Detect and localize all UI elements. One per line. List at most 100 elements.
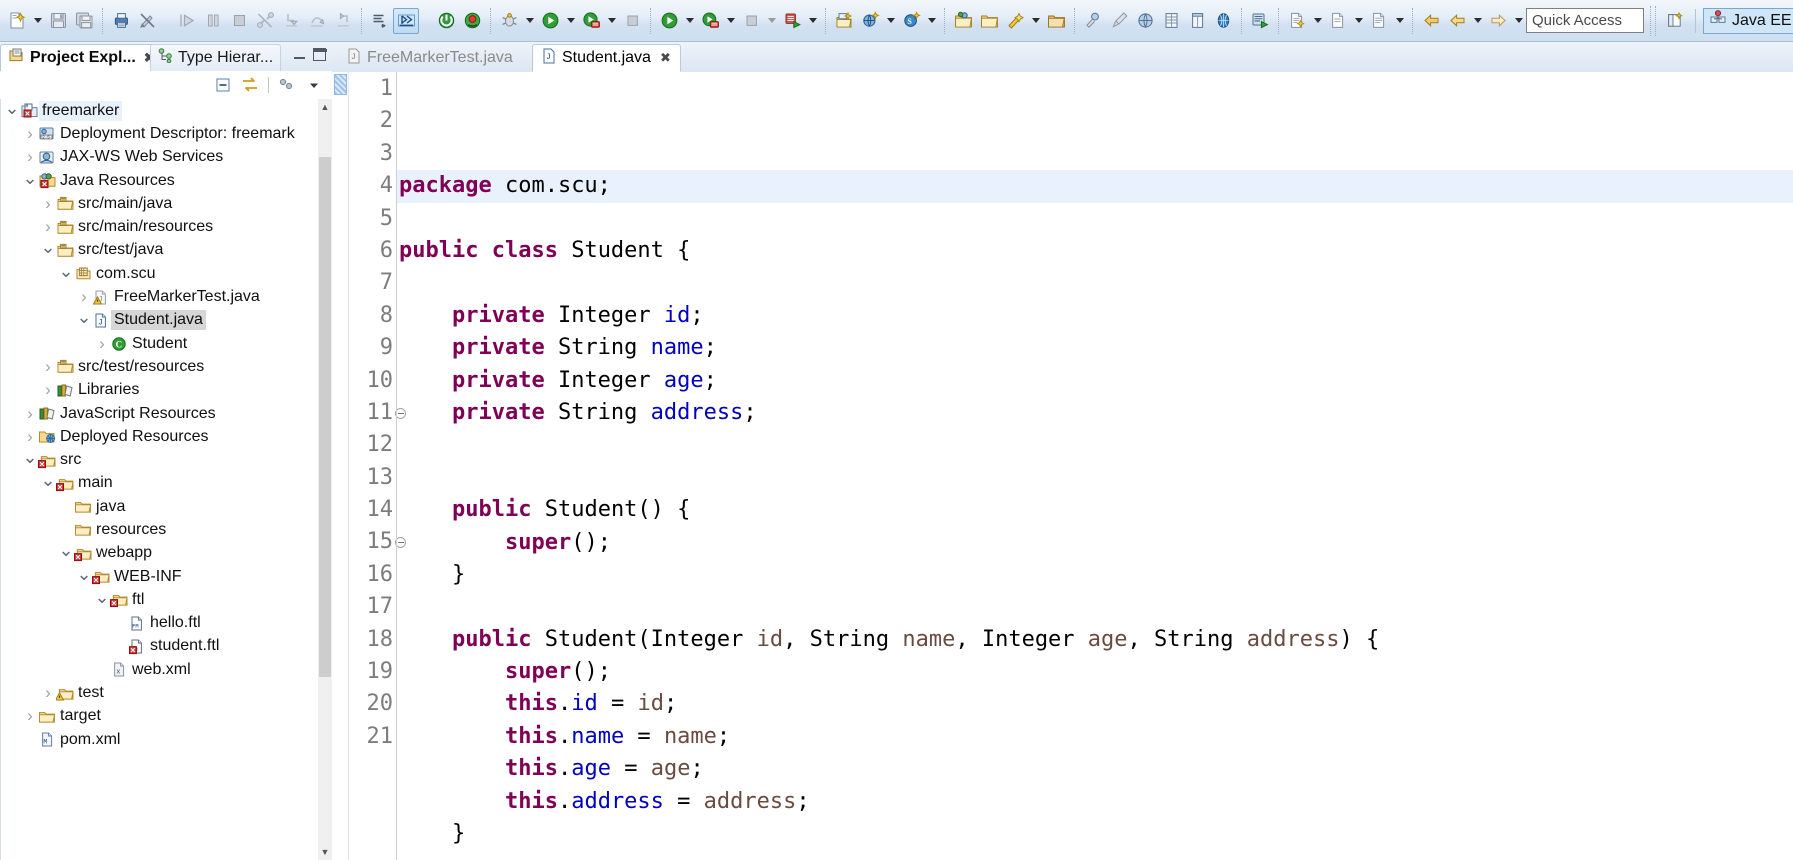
tree-item[interactable]: resources	[1, 518, 319, 541]
new-web-project-icon[interactable]	[857, 8, 883, 34]
project-tree-scrollbar[interactable]: ▲ ▼	[318, 99, 332, 860]
tree-item[interactable]: ⌄ Java Resources	[1, 169, 319, 192]
step-over-icon[interactable]	[304, 8, 330, 34]
profile-icon[interactable]	[697, 8, 723, 34]
project-tree-container[interactable]: ⌄ Mfreemarker › 2.5 Deployment Descriptor: f…	[0, 99, 332, 860]
chevron-right-icon[interactable]: ›	[23, 147, 37, 167]
editor-marker-bar[interactable]	[332, 72, 349, 860]
code-line[interactable]: }	[396, 818, 1793, 850]
table-icon[interactable]	[1158, 8, 1184, 34]
tree-item[interactable]: › src/main/resources	[1, 215, 319, 238]
tree-item[interactable]: ⌄ main	[1, 471, 319, 495]
chevron-down-icon[interactable]: ⌄	[76, 565, 91, 584]
code-line[interactable]	[396, 591, 1793, 623]
tree-item[interactable]: FM hello.ftl	[1, 612, 319, 635]
view-dropdown-icon[interactable]	[302, 74, 326, 96]
new-wizard-icon[interactable]	[4, 8, 30, 34]
run-coverage-icon-dropdown-arrow[interactable]	[604, 8, 619, 34]
chevron-right-icon[interactable]: ›	[77, 287, 91, 307]
code-line[interactable]	[396, 203, 1793, 235]
editor-tab-student[interactable]: J Student.java ✖	[532, 44, 681, 72]
step-into-icon[interactable]	[278, 8, 304, 34]
tree-item[interactable]: Mpom.xml	[1, 728, 319, 751]
tree-item[interactable]: › C Student	[1, 332, 319, 355]
chevron-right-icon[interactable]: ›	[23, 427, 37, 447]
chevron-right-icon[interactable]: ›	[41, 357, 55, 377]
back-icon[interactable]	[1418, 8, 1444, 34]
new-ejb-icon-dropdown-arrow[interactable]	[924, 8, 939, 34]
code-line[interactable]: }	[396, 559, 1793, 591]
new-wizard-icon-dropdown-arrow[interactable]	[30, 8, 45, 34]
tab-project-explorer[interactable]: Project Expl... ✖	[0, 44, 163, 71]
code-line[interactable]: public class Student {	[396, 235, 1793, 267]
code-line[interactable]	[396, 267, 1793, 299]
profile-icon-dropdown-arrow[interactable]	[723, 8, 738, 34]
view-menu-icon[interactable]	[275, 74, 299, 96]
open-type-icon[interactable]	[950, 8, 976, 34]
code-line[interactable]: private String address;	[396, 397, 1793, 429]
code-line[interactable]: private String name;	[396, 332, 1793, 364]
maximize-view-icon[interactable]	[313, 48, 327, 61]
run-server-icon-dropdown-arrow[interactable]	[805, 8, 820, 34]
tree-item[interactable]: › Libraries	[1, 379, 319, 402]
code-line[interactable]	[396, 462, 1793, 494]
paint-icon[interactable]	[1106, 8, 1132, 34]
tree-item[interactable]: › src/test/resources	[1, 355, 319, 378]
code-line[interactable]: this.name = name;	[396, 721, 1793, 753]
chevron-right-icon[interactable]: ›	[41, 683, 55, 703]
suspend-icon[interactable]	[200, 8, 226, 34]
link-with-editor-icon[interactable]	[238, 74, 262, 96]
tree-item[interactable]: ⌄ webapp	[1, 541, 319, 565]
editor-body[interactable]: 1 2 3 4 5 6 7 8 9 10 11 12 13 14 15 16 17 18 19 20 21 packag…	[332, 72, 1793, 860]
open-task-icon[interactable]	[976, 8, 1002, 34]
scroll-down-icon[interactable]: ▼	[318, 844, 332, 860]
step-return-icon[interactable]	[330, 8, 356, 34]
code-line[interactable]: super();	[396, 656, 1793, 688]
tree-item[interactable]: ⌄ WEB-INF	[1, 565, 319, 588]
perspective-java-ee[interactable]: Java EE	[1703, 7, 1793, 34]
code-line[interactable]: private Integer id;	[396, 300, 1793, 332]
tab-type-hierarchy[interactable]: Type Hierar...	[150, 44, 282, 71]
tree-item[interactable]: Mstudent.ftl	[1, 635, 319, 658]
new-snippet-icon[interactable]	[1325, 8, 1351, 34]
search-web-icon[interactable]	[1080, 8, 1106, 34]
run-coverage-icon[interactable]	[578, 8, 604, 34]
run-icon-dropdown-arrow[interactable]	[563, 8, 578, 34]
save-icon[interactable]	[45, 8, 71, 34]
terminate-icon[interactable]	[226, 8, 252, 34]
code-line[interactable]	[396, 429, 1793, 461]
server-stop-icon[interactable]	[459, 8, 485, 34]
forward-icon[interactable]	[1485, 8, 1511, 34]
chevron-right-icon[interactable]: ›	[41, 217, 55, 237]
scrollbar-thumb[interactable]	[319, 157, 331, 677]
chevron-down-icon[interactable]: ⌄	[94, 588, 109, 607]
back-history-icon-dropdown-arrow[interactable]	[1470, 8, 1485, 34]
tree-item[interactable]: ⌄ com.scu	[1, 262, 319, 285]
tree-item[interactable]: › Deployed Resources	[1, 425, 319, 448]
tree-item[interactable]: › J FreeMarkerTest.java	[1, 285, 319, 308]
chevron-down-icon[interactable]: ⌄	[76, 308, 91, 327]
chevron-down-icon[interactable]: ⌄	[40, 471, 55, 490]
debug-icon[interactable]	[496, 8, 522, 34]
close-icon[interactable]: ✖	[660, 50, 671, 66]
tree-item[interactable]: ⌄ src/test/java	[1, 238, 319, 262]
tree-item[interactable]: › src/main/java	[1, 192, 319, 215]
code-line[interactable]: super();	[396, 527, 1793, 559]
tree-item[interactable]: › JavaScript Resources	[1, 402, 319, 425]
disconnect-icon[interactable]	[252, 8, 278, 34]
tree-item[interactable]: ⌄ J Student.java	[1, 308, 319, 332]
web-browser-icon[interactable]	[1132, 8, 1158, 34]
tree-item[interactable]: › 2.5 Deployment Descriptor: freemark	[1, 122, 319, 145]
tree-item[interactable]: java	[1, 495, 319, 518]
new-ejb-icon[interactable]: S	[898, 8, 924, 34]
scroll-up-icon[interactable]: ▲	[318, 99, 332, 115]
skip-all-breakpoints-icon[interactable]	[393, 7, 419, 34]
preview-icon[interactable]	[1366, 8, 1392, 34]
tree-item[interactable]: › JAX-WS Web Services	[1, 146, 319, 169]
chevron-right-icon[interactable]: ›	[23, 124, 37, 144]
forward-icon-dropdown-arrow[interactable]	[1511, 8, 1526, 34]
stop-icon[interactable]	[619, 8, 645, 34]
run-green-icon[interactable]	[656, 8, 682, 34]
tree-item[interactable]: › target	[1, 705, 319, 728]
run-green-icon-dropdown-arrow[interactable]	[682, 8, 697, 34]
